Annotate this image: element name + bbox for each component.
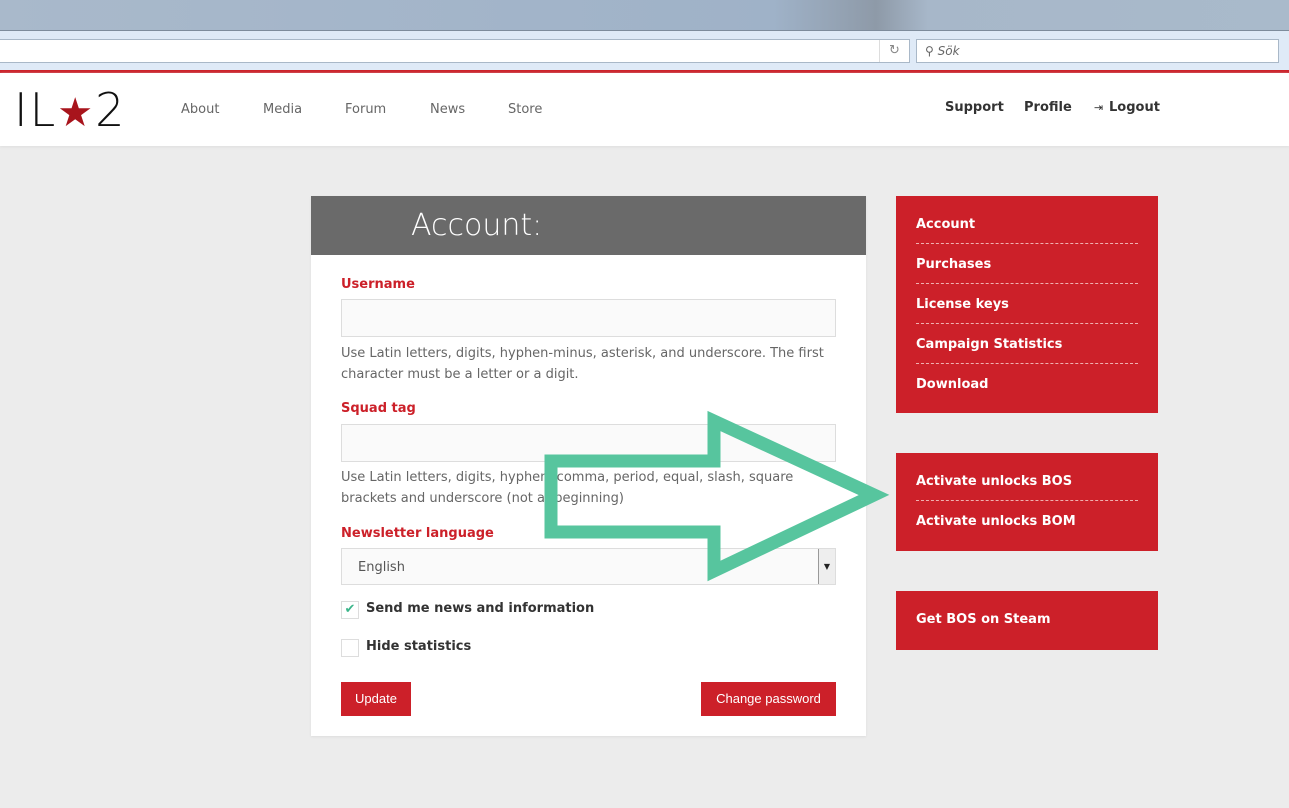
menu-get-bos-steam[interactable]: Get BOS on Steam (916, 599, 1138, 639)
menu-activate-bos[interactable]: Activate unlocks BOS (916, 461, 1138, 501)
menu-license-keys[interactable]: License keys (916, 284, 1138, 324)
search-placeholder: Sök (937, 44, 960, 58)
nav-forum[interactable]: Forum (345, 102, 386, 117)
address-bar[interactable]: ↻ (0, 39, 910, 63)
menu-purchases[interactable]: Purchases (916, 244, 1138, 284)
account-form: Account: Username Use Latin letters, dig… (311, 196, 866, 736)
browser-toolbar: ↻ ⚲ Sök (0, 30, 1289, 70)
username-input[interactable] (341, 299, 836, 337)
chevron-down-icon[interactable]: ▼ (818, 549, 835, 584)
nav-store[interactable]: Store (508, 102, 542, 117)
squad-tag-label: Squad tag (341, 401, 416, 416)
browser-search-input[interactable]: ⚲ Sök (916, 39, 1279, 63)
menu-account[interactable]: Account (916, 204, 1138, 244)
star-icon: ★ (57, 90, 96, 136)
send-news-checkbox[interactable]: ✔ (341, 601, 359, 619)
send-news-label[interactable]: Send me news and information (366, 601, 594, 616)
nav-logout[interactable]: Logout (1109, 100, 1160, 115)
reload-icon[interactable]: ↻ (879, 40, 909, 62)
logout-icon: ⇥ (1094, 101, 1104, 114)
menu-campaign-statistics[interactable]: Campaign Statistics (916, 324, 1138, 364)
account-menu: Account Purchases License keys Campaign … (896, 196, 1158, 413)
menu-download[interactable]: Download (916, 364, 1138, 404)
nav-about[interactable]: About (181, 102, 219, 117)
squad-tag-input[interactable] (341, 424, 836, 462)
logo[interactable]: IL★2 (14, 83, 126, 137)
nav-news[interactable]: News (430, 102, 465, 117)
username-label: Username (341, 277, 415, 292)
username-help: Use Latin letters, digits, hyphen-minus,… (341, 346, 824, 382)
activate-menu: Activate unlocks BOS Activate unlocks BO… (896, 453, 1158, 551)
logo-text: 2 (95, 83, 127, 137)
nav-support[interactable]: Support (945, 100, 1004, 115)
hide-statistics-label[interactable]: Hide statistics (366, 639, 471, 654)
newsletter-label: Newsletter language (341, 526, 494, 541)
window-titlebar (0, 0, 1289, 30)
nav-media[interactable]: Media (263, 102, 302, 117)
logo-text: IL (14, 83, 58, 137)
newsletter-language-select[interactable]: English ▼ (341, 548, 836, 585)
selected-language: English (358, 560, 405, 575)
site-nav: IL★2 About Media Forum News Store Suppor… (0, 73, 1289, 146)
hide-statistics-checkbox[interactable] (341, 639, 359, 657)
page-title: Account: (311, 196, 866, 255)
nav-profile[interactable]: Profile (1024, 100, 1072, 115)
check-icon: ✔ (344, 602, 356, 617)
menu-activate-bom[interactable]: Activate unlocks BOM (916, 501, 1138, 541)
change-password-button[interactable]: Change password (701, 682, 836, 716)
update-button[interactable]: Update (341, 682, 411, 716)
steam-menu: Get BOS on Steam (896, 591, 1158, 650)
squad-tag-help: Use Latin letters, digits, hyphen, comma… (341, 470, 794, 506)
